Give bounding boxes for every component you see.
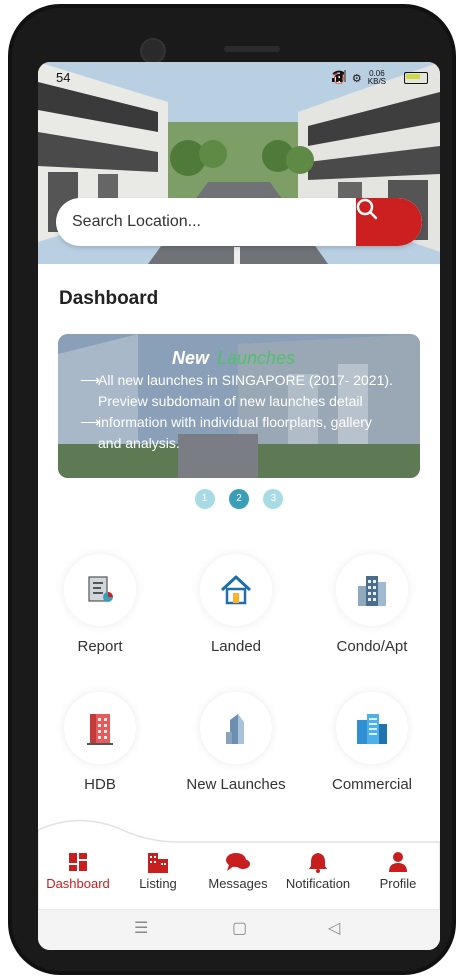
category-label: HDB <box>84 776 116 793</box>
status-time: 54 <box>56 70 71 85</box>
search-input[interactable] <box>56 198 346 246</box>
search-bar <box>56 198 422 246</box>
listing-icon <box>148 853 168 873</box>
report-icon <box>88 576 113 602</box>
banner-line-4: and analysis. <box>98 435 180 451</box>
arrow-right-icon: ⟶ <box>80 414 101 430</box>
banner-line-1: All new launches in SINGAPORE (2017- 202… <box>98 372 393 388</box>
system-navigation-bar: ☰ ▢ ◁ <box>38 910 440 950</box>
new-launch-tower-icon <box>226 714 244 744</box>
dashboard-icon <box>69 853 87 871</box>
nav-listing[interactable]: Listing <box>118 848 198 891</box>
nav-dashboard[interactable]: Dashboard <box>38 848 118 891</box>
status-bar: 54 ⏰ ⚙ 0.06 KB/S <box>38 68 440 92</box>
menu-icon[interactable]: ☰ <box>134 918 148 938</box>
category-commercial[interactable]: Commercial <box>310 686 440 816</box>
hdb-building-icon <box>87 714 113 745</box>
nav-label: Notification <box>285 876 351 891</box>
new-launches-banner[interactable]: New Launches ⟶All new launches in SINGAPO… <box>58 334 420 478</box>
search-icon <box>356 198 378 220</box>
category-label: Report <box>77 638 123 655</box>
category-landed[interactable]: Landed <box>174 548 304 678</box>
bell-icon <box>309 853 327 873</box>
battery-icon <box>404 72 428 84</box>
banner-launches-label: Launches <box>217 348 296 368</box>
nav-profile[interactable]: Profile <box>358 848 438 891</box>
speed-unit: KB/S <box>367 77 386 86</box>
nav-label: Listing <box>139 876 177 891</box>
banner-text: New Launches ⟶All new launches in SINGAPO… <box>80 348 393 454</box>
category-new-launches[interactable]: New Launches <box>174 686 304 816</box>
search-button[interactable] <box>356 198 422 246</box>
category-label: Landed <box>210 638 262 655</box>
category-condo-apt[interactable]: Condo/Apt <box>310 548 440 678</box>
banner-new-label: New <box>172 348 210 368</box>
carousel-pagination: 1 2 3 <box>38 488 440 509</box>
category-label: New Launches <box>186 776 286 793</box>
front-camera <box>140 38 166 64</box>
app-screen: 54 ⏰ ⚙ 0.06 KB/S <box>38 62 440 950</box>
back-triangle-icon[interactable]: ◁ <box>328 918 340 938</box>
nav-notification[interactable]: Notification <box>278 848 358 891</box>
hero-image: 54 ⏰ ⚙ 0.06 KB/S <box>38 62 440 264</box>
nav-label: Messages <box>208 876 268 891</box>
page-dot-1[interactable]: 1 <box>194 489 215 509</box>
nav-messages[interactable]: Messages <box>198 848 278 891</box>
page-dot-2[interactable]: 2 <box>229 489 249 509</box>
nav-label: Profile <box>379 876 417 891</box>
banner-line-3: information with individual floorplans, … <box>98 414 372 430</box>
page-title: Dashboard <box>59 288 159 309</box>
nav-label: Dashboard <box>46 876 110 891</box>
category-hdb[interactable]: HDB <box>38 686 168 816</box>
category-label: Condo/Apt <box>336 638 408 655</box>
profile-icon <box>389 852 407 872</box>
category-report[interactable]: Report <box>38 548 168 678</box>
page-dot-3[interactable]: 3 <box>263 489 284 509</box>
status-icons: ⏰ ⚙ 0.06 KB/S <box>332 70 428 86</box>
messages-icon <box>226 853 250 871</box>
earpiece-speaker <box>224 46 280 52</box>
house-icon <box>220 575 252 605</box>
commercial-building-icon <box>357 714 387 744</box>
vpn-icon: ⚙ <box>351 72 362 85</box>
condo-building-icon <box>358 576 386 606</box>
category-label: Commercial <box>331 776 412 793</box>
arrow-right-icon: ⟶ <box>80 372 101 388</box>
network-speed: 0.06 KB/S <box>368 70 386 86</box>
home-square-icon[interactable]: ▢ <box>232 918 247 938</box>
banner-line-2: Preview subdomain of new launches detail <box>98 393 363 409</box>
